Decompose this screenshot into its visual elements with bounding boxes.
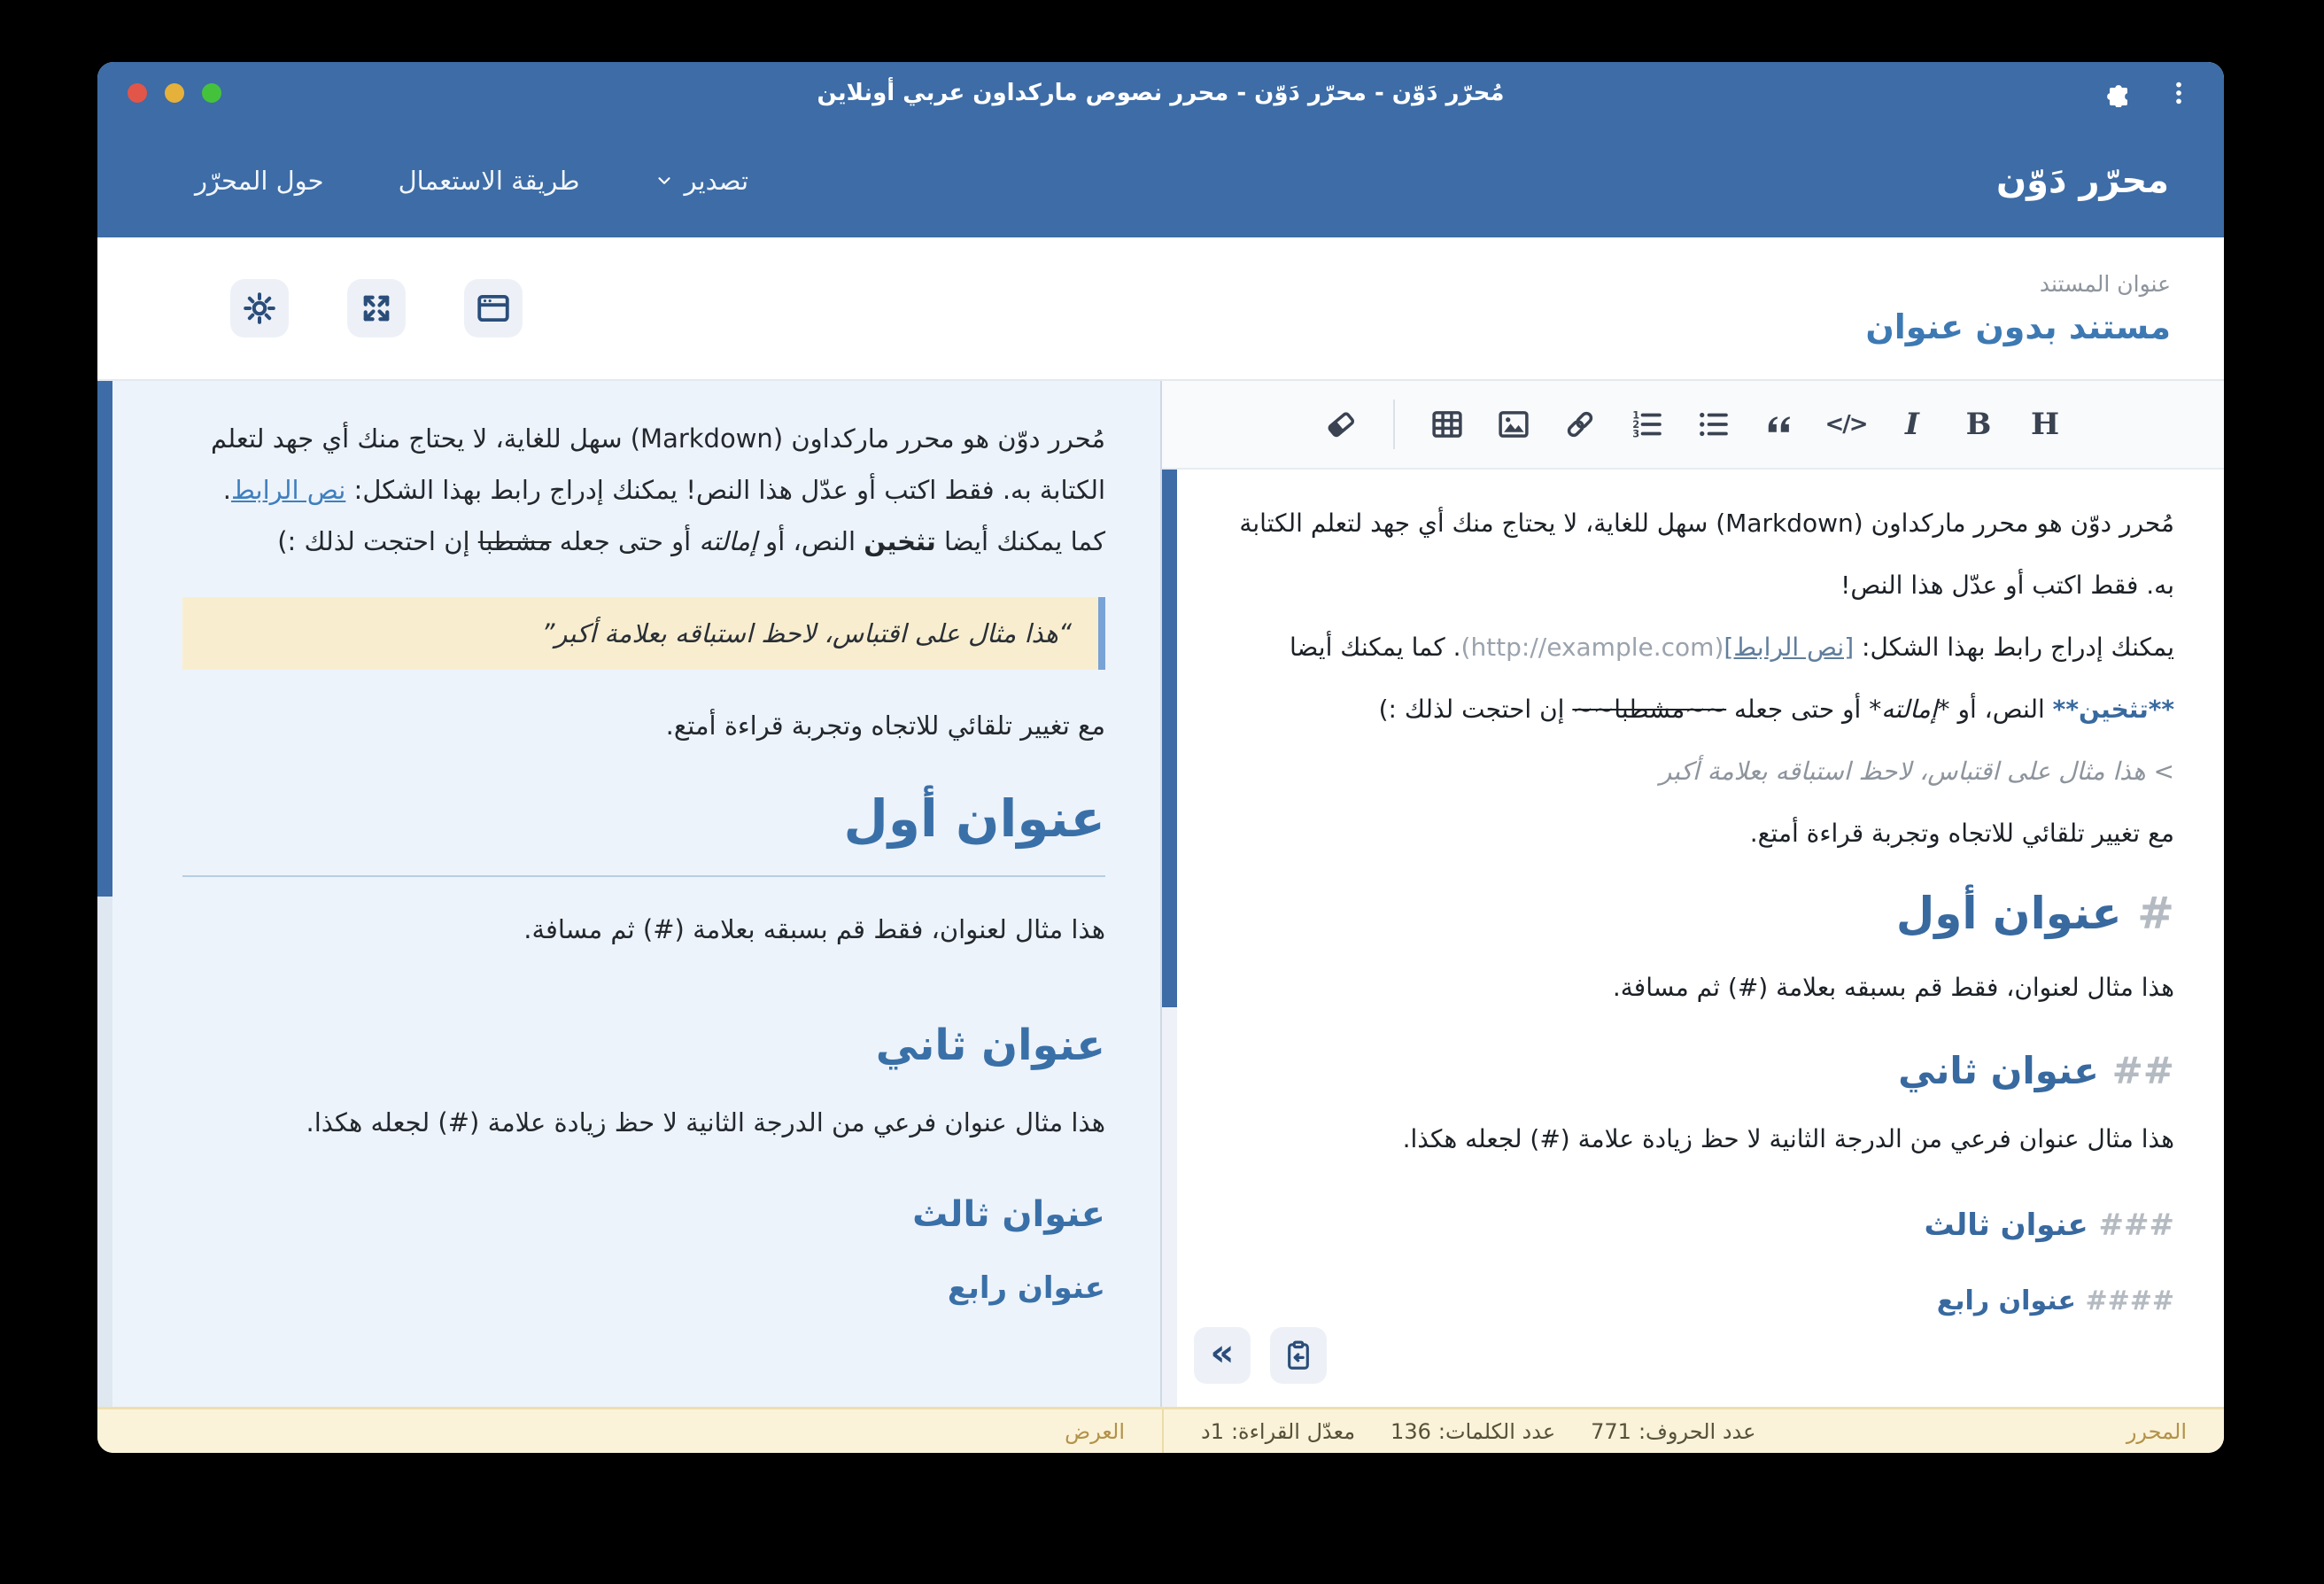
editor-h3-line: ### عنوان ثالث xyxy=(1233,1207,2174,1243)
md-link-url: (http://example.com) xyxy=(1461,633,1724,662)
gear-icon[interactable] xyxy=(230,279,289,338)
preview-paragraph: مُحرر دوّن هو محرر ماركداون (Markdown) س… xyxy=(182,413,1105,567)
h3-hash-marks: ### xyxy=(2099,1207,2174,1243)
md-link-label: [نص الرابط] xyxy=(1724,633,1854,662)
reading-time: معدّل القراءة:1د xyxy=(1201,1419,1355,1444)
unordered-list-icon[interactable] xyxy=(1692,403,1734,446)
md-bold: **تثخين** xyxy=(2053,695,2174,724)
window-title: مُحرّر دَوّن - محرّر دَوّن - محرر نصوص م… xyxy=(97,80,2224,106)
editor-scrollbar-track[interactable] xyxy=(1162,470,1177,1407)
editor-h2-line: ## عنوان ثاني xyxy=(1233,1049,2174,1092)
document-title[interactable]: مستند بدون عنوان xyxy=(1865,307,2171,346)
preview-scrollbar-thumb[interactable] xyxy=(97,381,112,897)
nav-item-export-label: تصدير xyxy=(685,166,749,196)
md-italic: *إمالته* xyxy=(1869,695,1949,724)
ordered-list-icon[interactable]: 123 xyxy=(1625,403,1668,446)
editor-h4-line: #### عنوان رابع xyxy=(1233,1285,2174,1316)
preview-strike-text: مشطبا xyxy=(478,526,552,556)
document-stats: عدد الحروف:771 عدد الكلمات:136 معدّل الق… xyxy=(1201,1419,1755,1444)
char-count: عدد الحروف:771 xyxy=(1591,1419,1755,1444)
italic-icon[interactable]: I xyxy=(1891,403,1933,446)
statusbar-view-section: العرض xyxy=(97,1409,1162,1453)
editor-pane: 123 </> I B H مُحرر دوّن هو محرر ماركداو… xyxy=(1160,381,2224,1407)
preview-bold-text: تثخين xyxy=(864,526,936,556)
editor-direction-line: مع تغيير تلقائي للاتجاه وتجربة قراءة أمت… xyxy=(1233,803,2174,865)
preview-pane: مُحرر دوّن هو محرر ماركداون (Markdown) س… xyxy=(97,381,1160,1407)
preview-italic-text: إمالته xyxy=(699,526,757,556)
collapse-panel-button[interactable]: « xyxy=(1194,1327,1251,1384)
editor-h1-line: # عنوان أول xyxy=(1233,888,2174,939)
editor-pane-label: المحرر xyxy=(2126,1419,2187,1444)
table-icon[interactable] xyxy=(1426,403,1468,446)
h2-hash-marks: ## xyxy=(2112,1049,2174,1092)
view-pane-label: العرض xyxy=(1065,1419,1125,1444)
preview-link[interactable]: نص الرابط xyxy=(231,475,345,505)
nav-item-usage[interactable]: طريقة الاستعمال xyxy=(399,166,580,196)
toolbar-divider xyxy=(1393,400,1395,449)
nav-menu: تصدير طريقة الاستعمال حول المحرّر xyxy=(195,166,748,196)
statusbar-editor-section: المحرر عدد الحروف:771 عدد الكلمات:136 مع… xyxy=(1162,1409,2224,1453)
preview-scrollbar-track[interactable] xyxy=(97,381,112,1407)
editor-h1-body: هذا مثال لعنوان، فقط قم بسبقه بعلامة (#)… xyxy=(1233,957,2174,1019)
code-icon[interactable]: </> xyxy=(1824,403,1867,446)
nav-item-about[interactable]: حول المحرّر xyxy=(195,166,324,196)
clipboard-paste-icon xyxy=(1282,1339,1315,1372)
svg-text:3: 3 xyxy=(1632,427,1639,439)
link-icon[interactable] xyxy=(1559,403,1601,446)
editor-link-line: يمكنك إدراج رابط بهذا الشكل: [نص الرابط]… xyxy=(1233,617,2174,741)
editor-blockquote-line: > هذا مثال على اقتباس، لاحظ استباقه بعلا… xyxy=(1233,741,2174,803)
document-header: عنوان المستند مستند بدون عنوان xyxy=(97,237,2224,381)
app-window: مُحرّر دَوّن - محرّر دَوّن - محرر نصوص م… xyxy=(97,62,2224,1453)
nav-item-usage-label: طريقة الاستعمال xyxy=(399,166,580,196)
chevron-down-icon xyxy=(655,171,674,190)
chevrons-left-icon: « xyxy=(1210,1334,1234,1377)
quote-icon[interactable] xyxy=(1758,403,1801,446)
preview-heading-4: عنوان رابع xyxy=(182,1270,1105,1306)
main-split: 123 </> I B H مُحرر دوّن هو محرر ماركداو… xyxy=(97,381,2224,1407)
md-strike: ~~مشطبا~~ xyxy=(1572,695,1726,724)
statusbar: المحرر عدد الحروف:771 عدد الكلمات:136 مع… xyxy=(97,1407,2224,1453)
h4-hash-marks: #### xyxy=(2085,1285,2174,1316)
fullscreen-icon[interactable] xyxy=(347,279,406,338)
preview-heading-1: عنوان أول xyxy=(182,788,1105,877)
preview-heading-3: عنوان ثالث xyxy=(182,1194,1105,1235)
preview-h2-body: هذا مثال عنوان فرعي من الدرجة الثانية لا… xyxy=(182,1107,1105,1138)
bold-icon[interactable]: B xyxy=(1957,403,2000,446)
preview-blockquote: “هذا مثال على اقتباس، لاحظ استباقه بعلام… xyxy=(182,597,1105,670)
navbar: محرّر دَوّن تصدير طريقة الاستعمال حول ال… xyxy=(97,124,2224,237)
document-title-label: عنوان المستند xyxy=(1865,271,2171,297)
nav-item-export[interactable]: تصدير xyxy=(655,166,749,196)
preview-h1-body: هذا مثال لعنوان، فقط قم بسبقه بعلامة (#)… xyxy=(182,914,1105,944)
heading-icon[interactable]: H xyxy=(2024,403,2066,446)
titlebar: مُحرّر دَوّن - محرّر دَوّن - محرر نصوص م… xyxy=(97,62,2224,124)
image-icon[interactable] xyxy=(1492,403,1535,446)
editor-toolbar: 123 </> I B H xyxy=(1162,381,2224,470)
editor-h2-body: هذا مثال عنوان فرعي من الدرجة الثانية لا… xyxy=(1233,1108,2174,1170)
nav-item-about-label: حول المحرّر xyxy=(195,166,324,196)
editor-scrollbar-thumb[interactable] xyxy=(1162,470,1177,1007)
markdown-editor-content[interactable]: مُحرر دوّن هو محرر ماركداون (Markdown) س… xyxy=(1162,470,2224,1407)
clipboard-paste-button[interactable] xyxy=(1270,1327,1327,1384)
preview-direction-line: مع تغيير تلقائي للاتجاه وتجربة قراءة أمت… xyxy=(182,710,1105,741)
h1-hash-marks: # xyxy=(2137,888,2174,939)
editor-paragraph: مُحرر دوّن هو محرر ماركداون (Markdown) س… xyxy=(1233,493,2174,617)
preview-heading-2: عنوان ثاني xyxy=(182,1021,1105,1070)
window-panel-icon[interactable] xyxy=(464,279,523,338)
eraser-icon[interactable] xyxy=(1320,403,1362,446)
word-count: عدد الكلمات:136 xyxy=(1391,1419,1555,1444)
app-brand[interactable]: محرّر دَوّن xyxy=(1996,160,2169,201)
